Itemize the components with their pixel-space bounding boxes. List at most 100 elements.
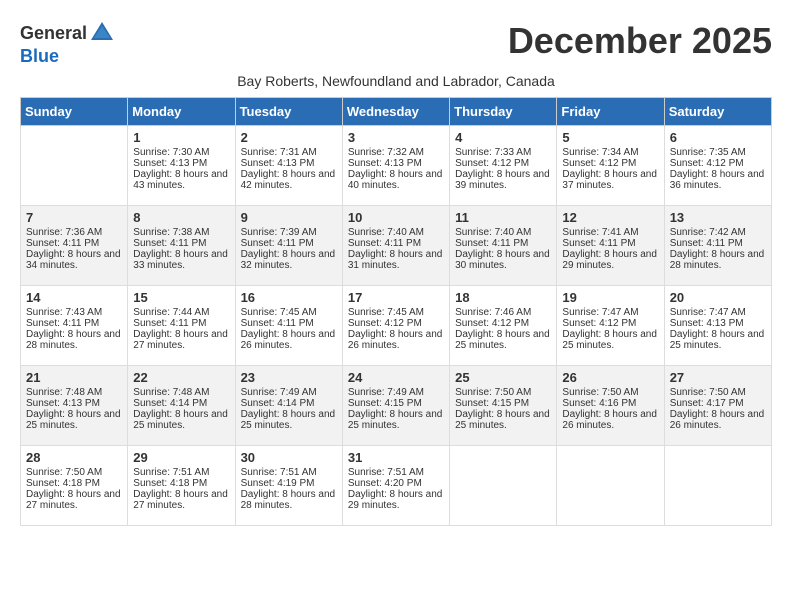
day-number: 21 — [26, 370, 122, 385]
day-number: 26 — [562, 370, 658, 385]
sunset-text: Sunset: 4:13 PM — [670, 318, 766, 329]
sunset-text: Sunset: 4:11 PM — [455, 238, 551, 249]
day-number: 5 — [562, 130, 658, 145]
sunset-text: Sunset: 4:12 PM — [348, 318, 444, 329]
sunset-text: Sunset: 4:12 PM — [455, 158, 551, 169]
day-header-tuesday: Tuesday — [235, 98, 342, 126]
day-number: 15 — [133, 290, 229, 305]
daylight-text: Daylight: 8 hours and 28 minutes. — [26, 329, 122, 351]
sunrise-text: Sunrise: 7:41 AM — [562, 227, 658, 238]
daylight-text: Daylight: 8 hours and 25 minutes. — [133, 409, 229, 431]
sunset-text: Sunset: 4:19 PM — [241, 478, 337, 489]
calendar-cell: 27Sunrise: 7:50 AMSunset: 4:17 PMDayligh… — [664, 366, 771, 446]
sunset-text: Sunset: 4:16 PM — [562, 398, 658, 409]
day-number: 18 — [455, 290, 551, 305]
daylight-text: Daylight: 8 hours and 27 minutes. — [133, 489, 229, 511]
sunset-text: Sunset: 4:13 PM — [241, 158, 337, 169]
daylight-text: Daylight: 8 hours and 32 minutes. — [241, 249, 337, 271]
daylight-text: Daylight: 8 hours and 25 minutes. — [26, 409, 122, 431]
sunset-text: Sunset: 4:12 PM — [455, 318, 551, 329]
sunrise-text: Sunrise: 7:35 AM — [670, 147, 766, 158]
daylight-text: Daylight: 8 hours and 40 minutes. — [348, 169, 444, 191]
day-number: 1 — [133, 130, 229, 145]
calendar-week-0: 1Sunrise: 7:30 AMSunset: 4:13 PMDaylight… — [21, 126, 772, 206]
calendar-cell: 8Sunrise: 7:38 AMSunset: 4:11 PMDaylight… — [128, 206, 235, 286]
sunrise-text: Sunrise: 7:48 AM — [133, 387, 229, 398]
daylight-text: Daylight: 8 hours and 27 minutes. — [26, 489, 122, 511]
calendar-cell: 6Sunrise: 7:35 AMSunset: 4:12 PMDaylight… — [664, 126, 771, 206]
sunset-text: Sunset: 4:15 PM — [348, 398, 444, 409]
calendar-cell: 21Sunrise: 7:48 AMSunset: 4:13 PMDayligh… — [21, 366, 128, 446]
day-number: 23 — [241, 370, 337, 385]
calendar-cell: 16Sunrise: 7:45 AMSunset: 4:11 PMDayligh… — [235, 286, 342, 366]
day-number: 10 — [348, 210, 444, 225]
calendar-cell: 28Sunrise: 7:50 AMSunset: 4:18 PMDayligh… — [21, 446, 128, 526]
sunset-text: Sunset: 4:11 PM — [241, 238, 337, 249]
calendar-cell: 7Sunrise: 7:36 AMSunset: 4:11 PMDaylight… — [21, 206, 128, 286]
sunset-text: Sunset: 4:12 PM — [670, 158, 766, 169]
daylight-text: Daylight: 8 hours and 25 minutes. — [455, 409, 551, 431]
sunrise-text: Sunrise: 7:51 AM — [241, 467, 337, 478]
calendar-table: SundayMondayTuesdayWednesdayThursdayFrid… — [20, 97, 772, 526]
calendar-cell: 9Sunrise: 7:39 AMSunset: 4:11 PMDaylight… — [235, 206, 342, 286]
daylight-text: Daylight: 8 hours and 37 minutes. — [562, 169, 658, 191]
sunset-text: Sunset: 4:11 PM — [670, 238, 766, 249]
calendar-cell — [664, 446, 771, 526]
sunrise-text: Sunrise: 7:30 AM — [133, 147, 229, 158]
calendar-header-row: SundayMondayTuesdayWednesdayThursdayFrid… — [21, 98, 772, 126]
calendar-cell: 29Sunrise: 7:51 AMSunset: 4:18 PMDayligh… — [128, 446, 235, 526]
calendar-week-2: 14Sunrise: 7:43 AMSunset: 4:11 PMDayligh… — [21, 286, 772, 366]
sunset-text: Sunset: 4:15 PM — [455, 398, 551, 409]
sunset-text: Sunset: 4:13 PM — [26, 398, 122, 409]
logo-general-text: General — [20, 23, 87, 44]
daylight-text: Daylight: 8 hours and 33 minutes. — [133, 249, 229, 271]
calendar-cell: 24Sunrise: 7:49 AMSunset: 4:15 PMDayligh… — [342, 366, 449, 446]
day-number: 2 — [241, 130, 337, 145]
daylight-text: Daylight: 8 hours and 25 minutes. — [348, 409, 444, 431]
calendar-cell: 4Sunrise: 7:33 AMSunset: 4:12 PMDaylight… — [450, 126, 557, 206]
calendar-cell: 10Sunrise: 7:40 AMSunset: 4:11 PMDayligh… — [342, 206, 449, 286]
logo: General Blue — [20, 20, 115, 67]
sunrise-text: Sunrise: 7:45 AM — [348, 307, 444, 318]
calendar-cell: 17Sunrise: 7:45 AMSunset: 4:12 PMDayligh… — [342, 286, 449, 366]
sunset-text: Sunset: 4:11 PM — [133, 318, 229, 329]
calendar-week-3: 21Sunrise: 7:48 AMSunset: 4:13 PMDayligh… — [21, 366, 772, 446]
day-number: 12 — [562, 210, 658, 225]
sunrise-text: Sunrise: 7:44 AM — [133, 307, 229, 318]
logo-blue-text: Blue — [20, 46, 59, 67]
calendar-cell: 19Sunrise: 7:47 AMSunset: 4:12 PMDayligh… — [557, 286, 664, 366]
sunset-text: Sunset: 4:11 PM — [348, 238, 444, 249]
sunset-text: Sunset: 4:13 PM — [133, 158, 229, 169]
calendar-cell: 13Sunrise: 7:42 AMSunset: 4:11 PMDayligh… — [664, 206, 771, 286]
sunrise-text: Sunrise: 7:50 AM — [562, 387, 658, 398]
sunset-text: Sunset: 4:12 PM — [562, 158, 658, 169]
sunset-text: Sunset: 4:11 PM — [241, 318, 337, 329]
calendar-cell — [21, 126, 128, 206]
sunrise-text: Sunrise: 7:50 AM — [670, 387, 766, 398]
day-header-sunday: Sunday — [21, 98, 128, 126]
sunset-text: Sunset: 4:11 PM — [133, 238, 229, 249]
daylight-text: Daylight: 8 hours and 30 minutes. — [455, 249, 551, 271]
sunrise-text: Sunrise: 7:50 AM — [455, 387, 551, 398]
day-header-friday: Friday — [557, 98, 664, 126]
sunrise-text: Sunrise: 7:36 AM — [26, 227, 122, 238]
day-number: 27 — [670, 370, 766, 385]
day-number: 8 — [133, 210, 229, 225]
day-header-saturday: Saturday — [664, 98, 771, 126]
calendar-cell: 30Sunrise: 7:51 AMSunset: 4:19 PMDayligh… — [235, 446, 342, 526]
sunrise-text: Sunrise: 7:49 AM — [348, 387, 444, 398]
day-header-thursday: Thursday — [450, 98, 557, 126]
logo-icon — [89, 20, 115, 46]
daylight-text: Daylight: 8 hours and 31 minutes. — [348, 249, 444, 271]
sunset-text: Sunset: 4:12 PM — [562, 318, 658, 329]
sunset-text: Sunset: 4:11 PM — [562, 238, 658, 249]
calendar-cell: 5Sunrise: 7:34 AMSunset: 4:12 PMDaylight… — [557, 126, 664, 206]
calendar-cell: 18Sunrise: 7:46 AMSunset: 4:12 PMDayligh… — [450, 286, 557, 366]
calendar-cell: 2Sunrise: 7:31 AMSunset: 4:13 PMDaylight… — [235, 126, 342, 206]
calendar-cell: 11Sunrise: 7:40 AMSunset: 4:11 PMDayligh… — [450, 206, 557, 286]
sunrise-text: Sunrise: 7:47 AM — [670, 307, 766, 318]
calendar-cell: 12Sunrise: 7:41 AMSunset: 4:11 PMDayligh… — [557, 206, 664, 286]
sunset-text: Sunset: 4:11 PM — [26, 318, 122, 329]
day-header-wednesday: Wednesday — [342, 98, 449, 126]
sunrise-text: Sunrise: 7:49 AM — [241, 387, 337, 398]
